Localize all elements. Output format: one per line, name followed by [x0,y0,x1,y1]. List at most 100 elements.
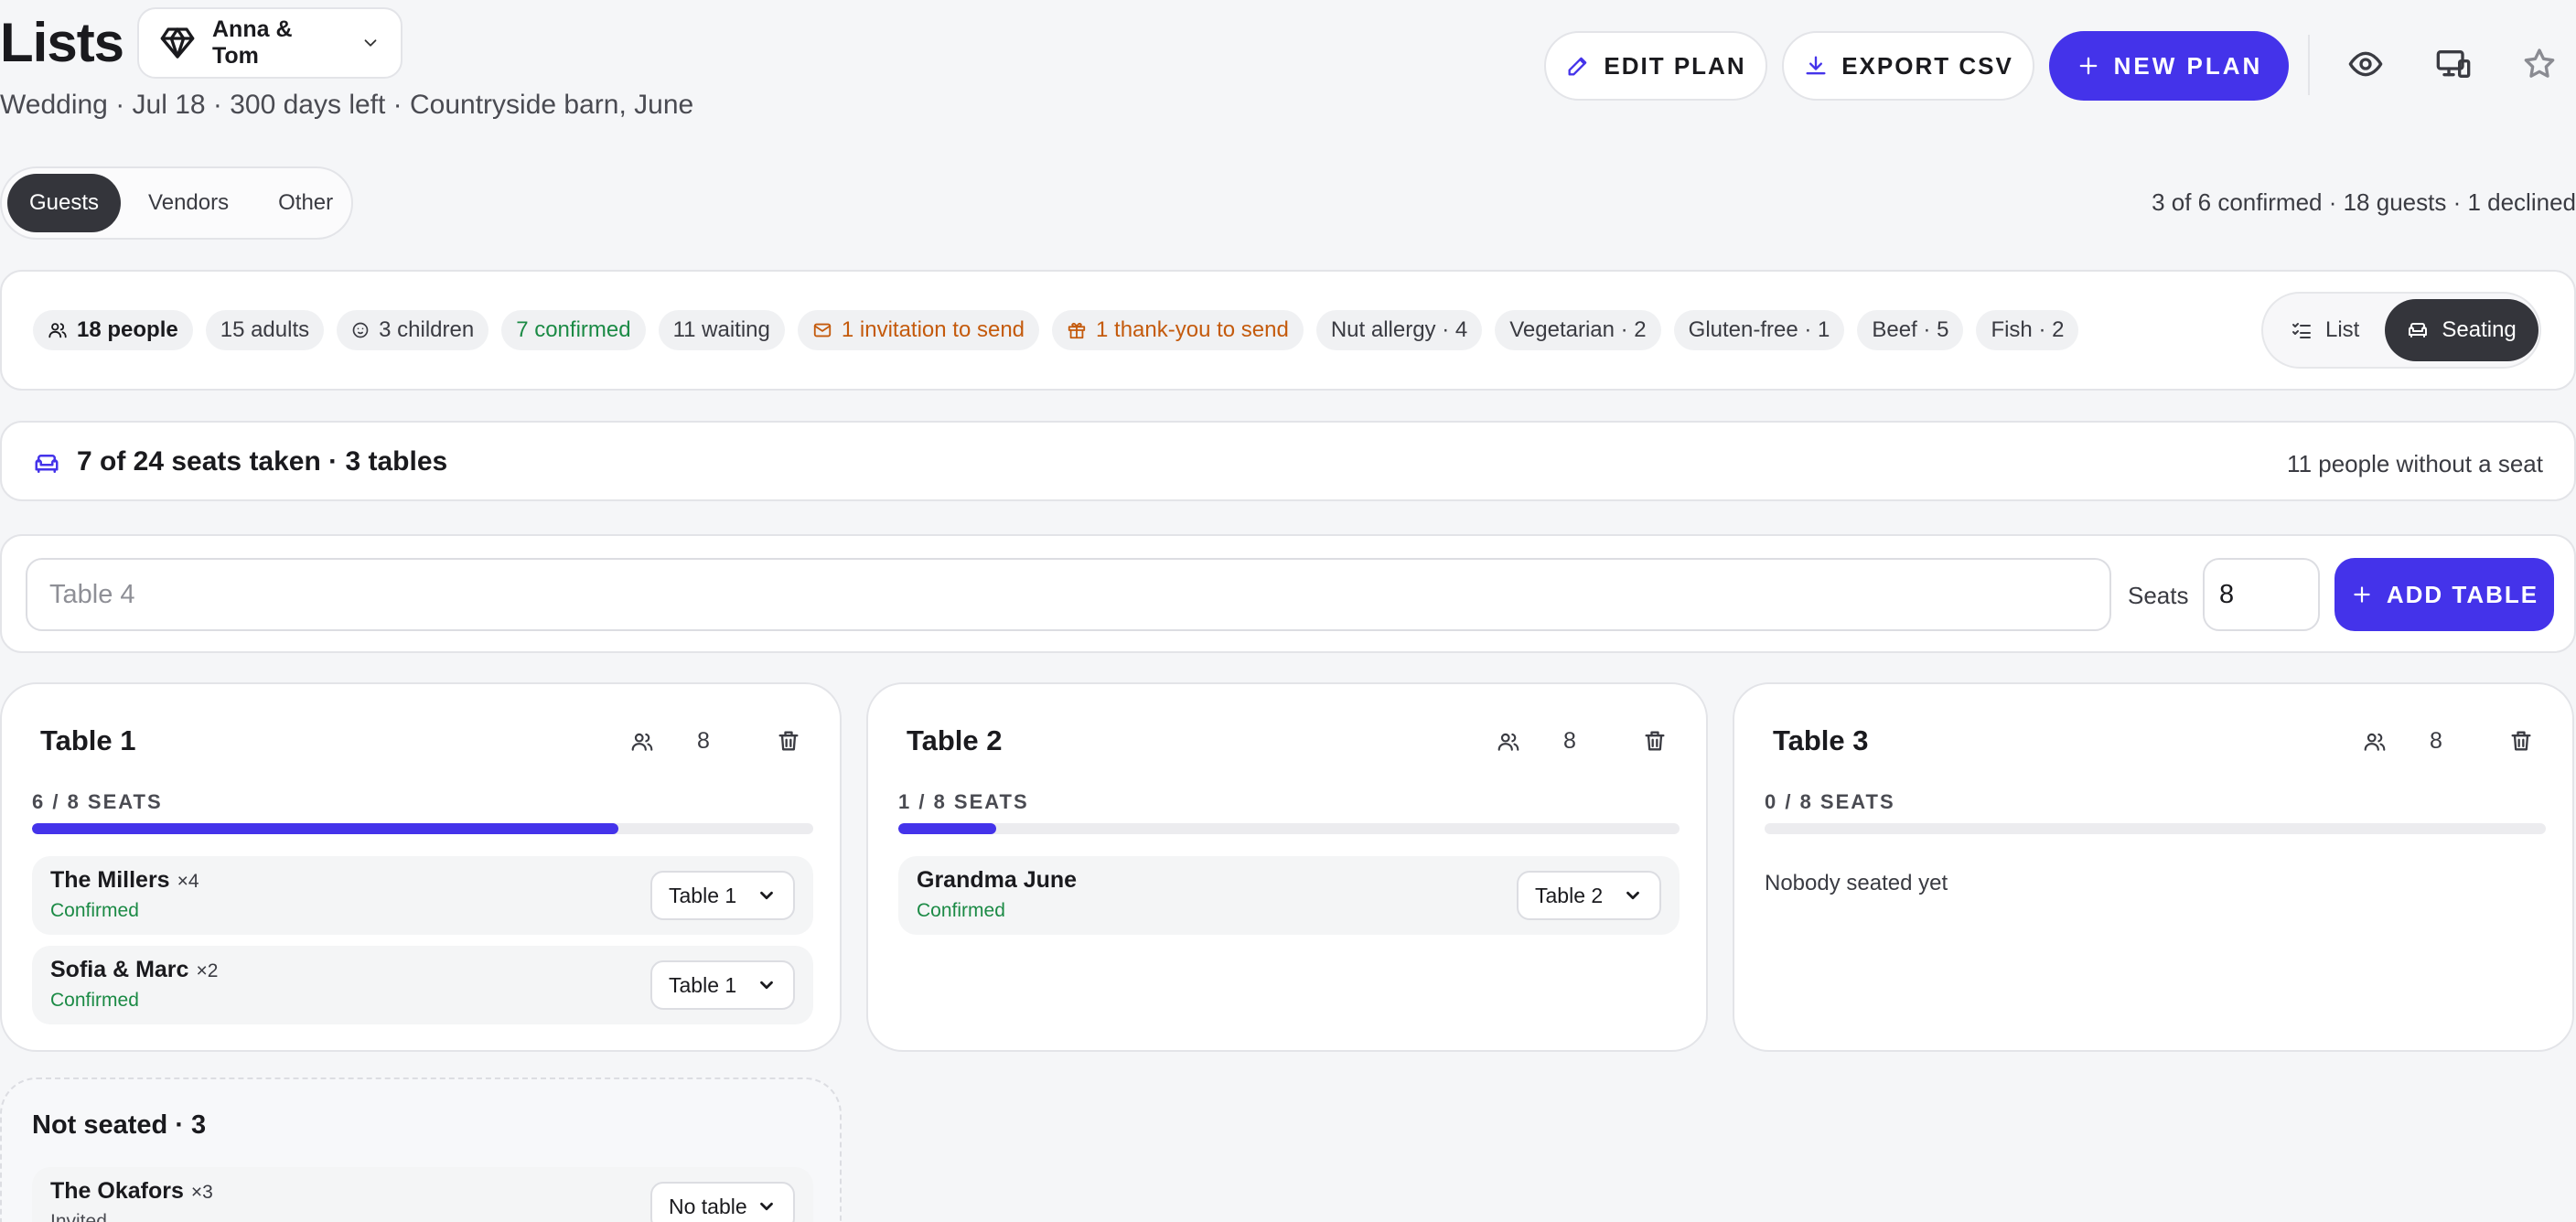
chip-fish[interactable]: Fish · 2 [1976,310,2079,350]
chip-label: Beef · 5 [1872,317,1949,342]
table-capacity[interactable]: 8 [2430,728,2442,755]
add-table-button[interactable]: ADD TABLE [2334,558,2554,631]
stats-chip-row: 18 people 15 adults 3 children 7 confirm… [33,310,2079,350]
guest-row: The Millers ×4 Confirmed Table 1 [32,856,813,935]
chip-invitation-to-send[interactable]: 1 invitation to send [797,310,1040,350]
tab-vendors[interactable]: Vendors [126,174,251,232]
chip-label: 3 children [379,317,475,342]
guest-party-size: ×2 [196,960,219,981]
list-tabs: Guests Vendors Other [0,166,353,240]
unseated-count: 11 people without a seat [2287,450,2543,477]
tab-guests[interactable]: Guests [7,174,122,232]
sofa-icon [2407,319,2429,341]
seat-progress-bar [898,823,1680,834]
chevron-down-icon [757,975,777,995]
chevron-down-icon [757,1196,777,1217]
mail-icon [812,320,832,340]
chip-confirmed[interactable]: 7 confirmed [501,310,646,350]
chip-label: 18 people [77,317,178,342]
chip-people[interactable]: 18 people [33,310,193,350]
trash-icon[interactable] [776,728,801,754]
table-assign-value: Table 2 [1535,883,1604,907]
table-assign-select[interactable]: No table [650,1182,795,1222]
chip-children[interactable]: 3 children [337,310,489,350]
guest-row: Sofia & Marc ×2 Confirmed Table 1 [32,946,813,1024]
guest-stats-card: 18 people 15 adults 3 children 7 confirm… [0,270,2576,391]
seat-count-label: 1 / 8 SEATS [898,790,1029,813]
view-seating-label: Seating [2442,317,2517,342]
guest-name: The Millers ×4 [50,867,199,893]
table-name-input[interactable] [26,558,2111,631]
guest-row: Grandma June Confirmed Table 2 [898,856,1680,935]
star-icon[interactable] [2521,46,2558,82]
seating-summary-card: 7 of 24 seats taken · 3 tables 11 people… [0,421,2576,501]
trash-icon[interactable] [2508,728,2534,754]
seats-taken-summary: 7 of 24 seats taken · 3 tables [77,446,448,477]
not-seated-title: Not seated · 3 [32,1110,207,1140]
seat-progress-bar [32,823,813,834]
export-csv-button[interactable]: EXPORT CSV [1782,31,2034,101]
table-name: Table 1 [40,724,136,756]
people-icon [48,320,68,340]
tab-other[interactable]: Other [256,174,355,232]
devices-icon[interactable] [2435,46,2472,82]
export-csv-label: EXPORT CSV [1841,51,2013,80]
table-assign-value: No table [669,1194,747,1218]
table-assign-select[interactable]: Table 2 [1517,871,1661,920]
plan-selector[interactable]: Anna & Tom [137,7,402,79]
plan-selector-value: Anna & Tom [212,16,293,69]
page-title: Lists [0,12,124,73]
table-capacity[interactable]: 8 [1563,728,1576,755]
view-seating-button[interactable]: Seating [2385,299,2538,361]
table-assign-select[interactable]: Table 1 [650,960,795,1010]
eye-icon[interactable] [2347,46,2384,82]
chip-label: 15 adults [220,317,310,342]
gift-icon [1067,320,1087,340]
people-icon [2363,730,2387,754]
trash-icon[interactable] [1642,728,1668,754]
seat-count-label: 0 / 8 SEATS [1765,790,1895,813]
view-list-button[interactable]: List [2269,299,2381,361]
chip-label: Fish · 2 [1991,317,2065,342]
guest-party-size: ×3 [190,1182,213,1203]
people-icon [1497,730,1520,754]
chip-thank-you-to-send[interactable]: 1 thank-you to send [1052,310,1304,350]
table-name: Table 2 [907,724,1003,756]
edit-plan-label: EDIT PLAN [1604,51,1746,80]
plus-icon [2350,583,2374,606]
people-icon [630,730,654,754]
chip-label: 7 confirmed [516,317,631,342]
new-plan-button[interactable]: NEW PLAN [2049,31,2289,101]
table-capacity[interactable]: 8 [697,728,710,755]
chevron-down-icon [1623,885,1643,906]
table-card: Table 1 8 6 / 8 SEATS The Millers ×4 Conf… [0,682,842,1052]
table-assign-value: Table 1 [669,883,737,907]
not-seated-card: Not seated · 3 The Okafors ×3 Invited No … [0,1077,842,1222]
chip-nut-allergy[interactable]: Nut allergy · 4 [1315,310,1483,350]
chip-label: Nut allergy · 4 [1330,317,1468,342]
guest-name: The Okafors ×3 [50,1178,213,1204]
event-subtitle: Wedding · Jul 18 · 300 days left · Count… [0,90,694,120]
pencil-icon [1565,53,1591,79]
chip-beef[interactable]: Beef · 5 [1857,310,1964,350]
seats-input[interactable] [2203,558,2320,631]
guest-row: The Okafors ×3 Invited No table [32,1167,813,1222]
view-toggle: List Seating [2261,292,2541,369]
guest-status: Confirmed [50,900,139,921]
guest-party-size: ×4 [177,871,199,892]
chip-adults[interactable]: 15 adults [205,310,325,350]
checklist-icon [2291,319,2313,341]
chip-waiting[interactable]: 11 waiting [658,310,785,350]
edit-plan-button[interactable]: EDIT PLAN [1544,31,1767,101]
seats-label: Seats [2128,582,2189,609]
seat-progress-bar [1765,823,2546,834]
diamond-icon [159,25,196,61]
guest-status: Invited [50,1211,107,1222]
table-assign-select[interactable]: Table 1 [650,871,795,920]
chevron-down-icon [360,33,381,53]
guest-name: Sofia & Marc ×2 [50,957,219,982]
chip-vegetarian[interactable]: Vegetarian · 2 [1495,310,1661,350]
chevron-down-icon [757,885,777,906]
chip-gluten-free[interactable]: Gluten-free · 1 [1673,310,1845,350]
guest-name: Grandma June [917,867,1078,893]
